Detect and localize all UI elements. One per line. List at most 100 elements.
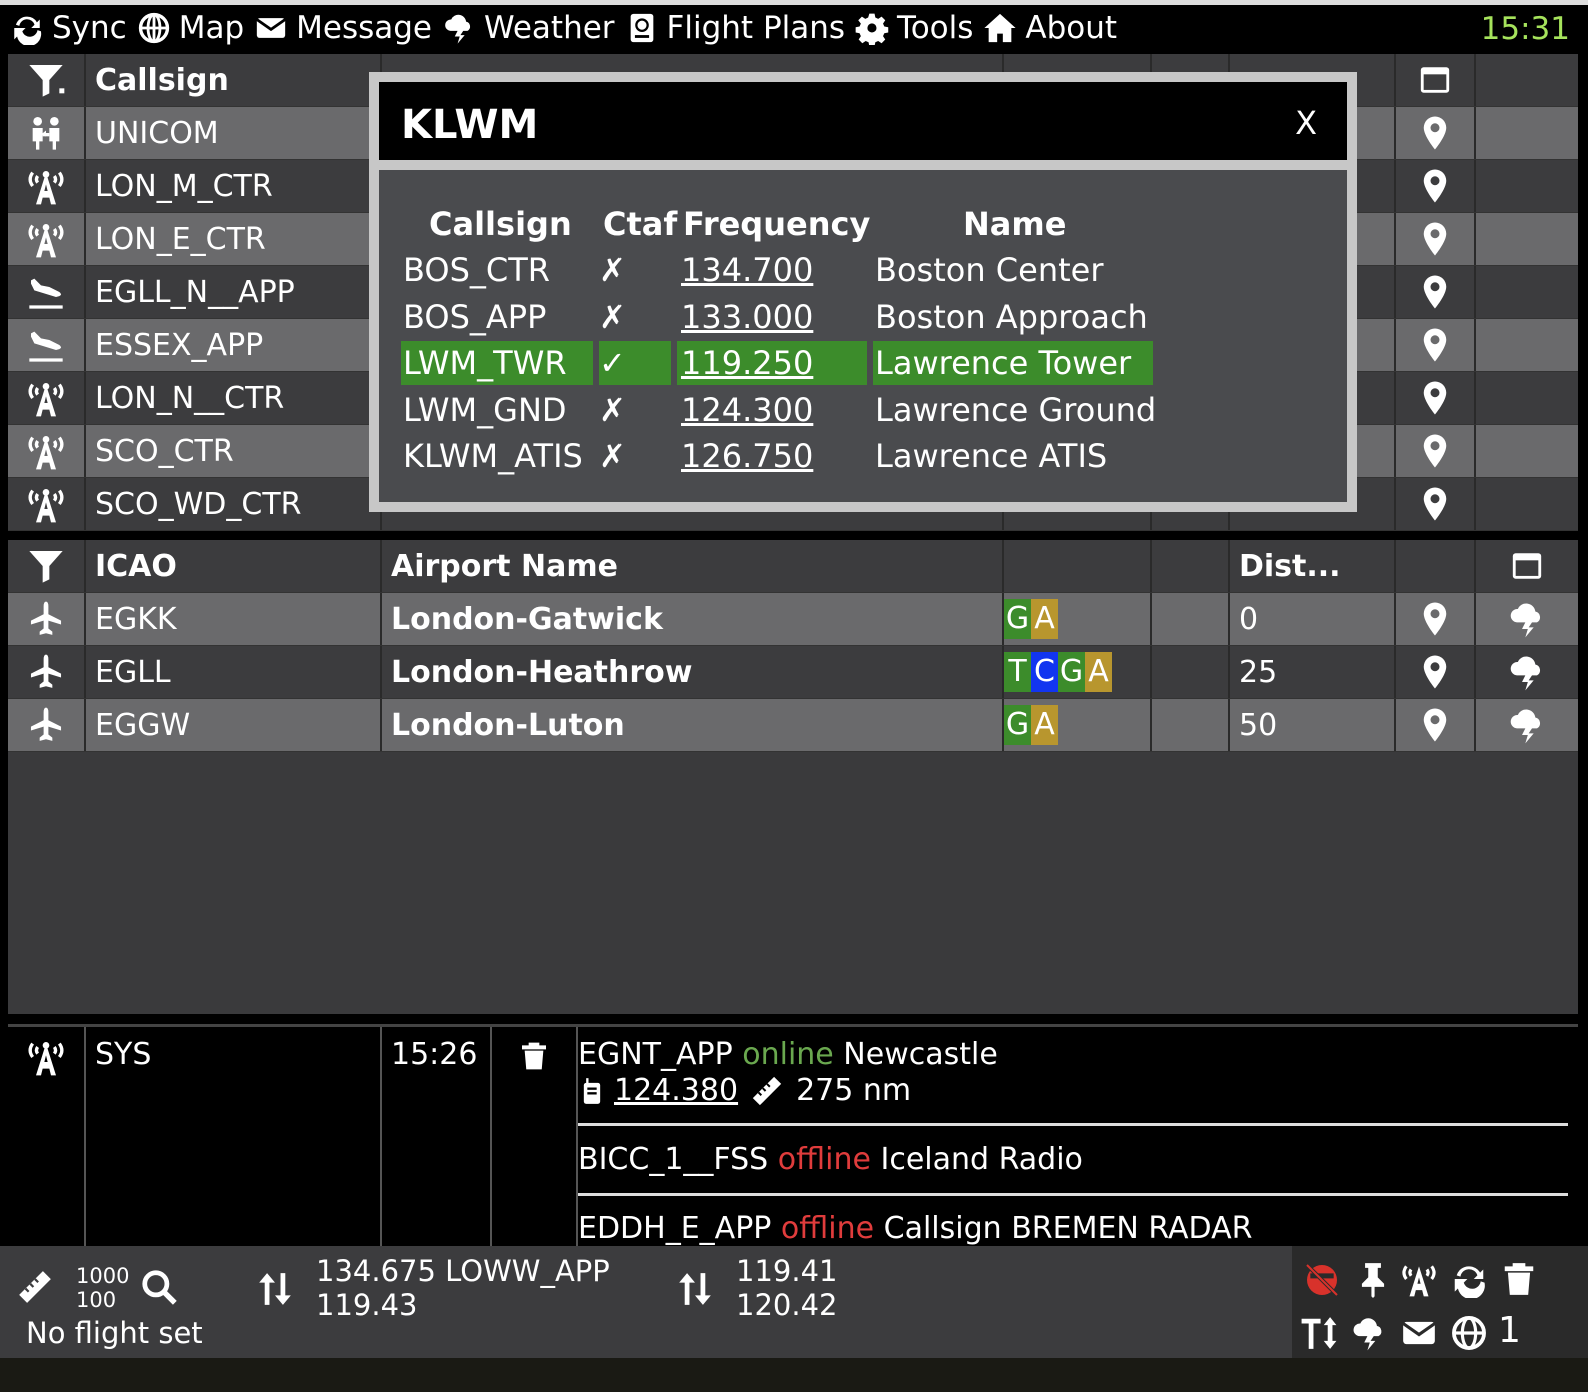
search-icon[interactable] — [140, 1268, 178, 1306]
locate-button[interactable] — [1396, 160, 1476, 212]
nav-tools[interactable]: Tools — [855, 10, 973, 46]
sync-icon[interactable] — [1450, 1260, 1488, 1298]
airport-controllers-modal: KLWM X Callsign Ctaf Frequency Name BOS_… — [369, 72, 1357, 512]
dist-column-header[interactable]: Dist... — [1230, 540, 1396, 592]
msg-status-online: online — [742, 1037, 834, 1072]
modal-frequency-link[interactable]: 124.300 — [681, 388, 813, 432]
nav-flight-plans-label: Flight Plans — [666, 9, 846, 46]
modal-controller-row[interactable]: LWM_TWR ✓ 119.250 Lawrence Tower — [401, 341, 1161, 385]
modal-controller-row[interactable]: BOS_APP ✗ 133.000 Boston Approach — [401, 295, 1161, 339]
airport-row[interactable]: EGGW London-Luton GA 50 — [8, 699, 1578, 752]
modal-frequency-header: Frequency — [683, 205, 871, 243]
airport-row[interactable]: EGKK London-Gatwick GA 0 — [8, 593, 1578, 646]
locate-button[interactable] — [1396, 593, 1476, 645]
modal-name: Lawrence Ground — [875, 390, 1157, 429]
facility-badges[interactable]: TCGA — [1004, 646, 1152, 698]
delete-message-button[interactable] — [492, 1027, 578, 1246]
trash-icon — [522, 1042, 546, 1070]
weather-button[interactable] — [1476, 699, 1578, 751]
globe-icon[interactable] — [1450, 1314, 1488, 1352]
modal-frequency-link[interactable]: 119.250 — [677, 341, 867, 385]
controller-callsign: ESSEX_APP — [86, 319, 382, 371]
locate-button[interactable] — [1396, 699, 1476, 751]
nav-weather[interactable]: Weather — [442, 10, 615, 46]
locate-button[interactable] — [1396, 372, 1476, 424]
locate-button[interactable] — [1396, 646, 1476, 698]
no-pilot-icon[interactable] — [1300, 1260, 1344, 1300]
controller-callsign: UNICOM — [86, 107, 382, 159]
swap-frequency-icon[interactable] — [676, 1270, 714, 1308]
nav-flight-plans[interactable]: Flight Plans — [625, 9, 846, 46]
locate-button[interactable] — [1396, 213, 1476, 265]
weather-button[interactable] — [1476, 593, 1578, 645]
status-bar: 1000 100 No flight set 134.675 LOWW_APP … — [0, 1246, 1588, 1358]
passport-icon — [630, 13, 653, 42]
map-pin-icon — [1423, 487, 1447, 521]
pin-icon[interactable] — [1354, 1260, 1392, 1298]
weather-button[interactable] — [1476, 646, 1578, 698]
compact-view-button[interactable] — [1396, 54, 1476, 106]
airport-compact-view-button[interactable] — [1476, 540, 1578, 592]
com2-active[interactable]: 119.41 — [736, 1254, 837, 1288]
modal-controller-row[interactable]: BOS_CTR ✗ 134.700 Boston Center — [401, 248, 1161, 292]
locate-button[interactable] — [1396, 478, 1476, 530]
msg-frequency-link[interactable]: 124.380 — [614, 1073, 738, 1108]
envelope-icon[interactable] — [1400, 1314, 1438, 1352]
message-item: EDDH_E_APP offline Callsign BREMEN RADAR — [578, 1211, 1568, 1246]
locate-button[interactable] — [1396, 107, 1476, 159]
com1-standby[interactable]: 119.43 — [316, 1288, 417, 1322]
airport-filter-button[interactable] — [8, 540, 86, 592]
modal-close-button[interactable]: X — [1295, 104, 1317, 142]
sync-icon — [14, 16, 42, 45]
controller-type — [8, 266, 86, 318]
modal-frequency-link[interactable]: 126.750 — [681, 434, 813, 478]
com2-standby[interactable]: 120.42 — [736, 1288, 837, 1322]
locate-button[interactable] — [1396, 425, 1476, 477]
modal-frequency-link[interactable]: 134.700 — [681, 248, 813, 292]
controller-callsign: LON_M_CTR — [86, 160, 382, 212]
facility-badges[interactable]: GA — [1004, 699, 1152, 751]
radio-tower-icon[interactable] — [1400, 1260, 1438, 1298]
controller-callsign: SCO_CTR — [86, 425, 382, 477]
nav-sync[interactable]: Sync — [10, 10, 127, 46]
plane-landing-icon — [29, 331, 63, 362]
locate-button[interactable] — [1396, 266, 1476, 318]
nav-weather-label: Weather — [484, 9, 615, 46]
modal-controller-row[interactable]: KLWM_ATIS ✗ 126.750 Lawrence ATIS — [401, 434, 1161, 478]
swap-frequency-icon[interactable] — [256, 1270, 294, 1308]
radio-tower-icon — [28, 383, 64, 417]
msg-callsign: EGNT_APP — [578, 1037, 733, 1072]
modal-callsign: LWM_TWR — [401, 341, 593, 385]
flight-status[interactable]: No flight set — [26, 1316, 203, 1350]
storm-cloud-icon[interactable] — [1350, 1314, 1388, 1352]
nav-about[interactable]: About — [983, 10, 1117, 46]
facility-badges[interactable]: GA — [1004, 593, 1152, 645]
filter-icon — [29, 65, 65, 97]
message-from: SYS — [86, 1027, 382, 1246]
modal-name: Lawrence Tower — [873, 341, 1153, 385]
ruler-icon[interactable] — [16, 1268, 54, 1306]
text-size-icon[interactable] — [1300, 1314, 1338, 1352]
modal-controller-row[interactable]: LWM_GND ✗ 124.300 Lawrence Ground — [401, 388, 1161, 432]
airport-name: London-Heathrow — [382, 646, 1004, 698]
controller-type — [8, 372, 86, 424]
airport-name: London-Luton — [382, 699, 1004, 751]
map-pin-icon — [1423, 708, 1447, 742]
radio-tower-icon — [28, 1042, 64, 1076]
map-pin-icon — [1423, 602, 1447, 636]
airport-distance: 50 — [1230, 699, 1396, 751]
trash-icon[interactable] — [1500, 1260, 1538, 1298]
com1-active[interactable]: 134.675 LOWW_APP — [316, 1254, 610, 1288]
locate-button[interactable] — [1396, 319, 1476, 371]
icao-column-header[interactable]: ICAO — [86, 540, 382, 592]
plane-landing-icon — [29, 278, 63, 309]
callsign-column-header[interactable]: Callsign — [86, 54, 382, 106]
modal-frequency-link[interactable]: 133.000 — [681, 295, 813, 339]
messages-panel: SYS 15:26 EGNT_APP online Newcastle 124.… — [8, 1024, 1578, 1246]
nav-message[interactable]: Message — [254, 10, 432, 46]
msg-status-offline: offline — [777, 1142, 871, 1177]
nav-map[interactable]: Map — [137, 10, 244, 46]
airport-row[interactable]: EGLL London-Heathrow TCGA 25 — [8, 646, 1578, 699]
airport-name-column-header[interactable]: Airport Name — [382, 540, 1004, 592]
filter-button[interactable] — [8, 54, 86, 106]
